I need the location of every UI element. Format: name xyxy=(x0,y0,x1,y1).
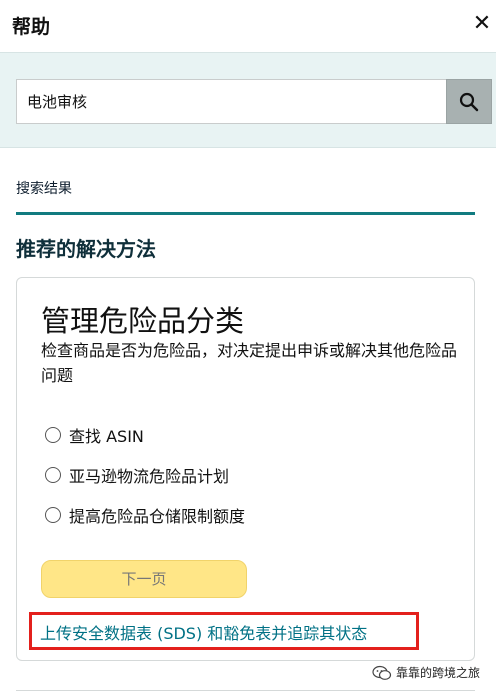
radio-button[interactable] xyxy=(45,467,61,483)
wechat-icon xyxy=(372,665,392,680)
tab-active-underline xyxy=(16,212,475,215)
search-input[interactable] xyxy=(16,79,447,124)
search-button[interactable] xyxy=(446,79,492,124)
help-header: 帮助 ✕ xyxy=(0,0,496,52)
option-increase-storage-limit[interactable]: 提高危险品仓储限制额度 xyxy=(45,504,245,526)
option-label: 查找 ASIN xyxy=(69,427,144,446)
solution-card: 管理危险品分类 检查商品是否为危险品，对决定提出申诉或解决其他危险品问题 查找 … xyxy=(16,277,475,661)
watermark: 靠靠的跨境之旅 xyxy=(372,664,480,681)
search-icon xyxy=(459,92,479,111)
radio-button[interactable] xyxy=(45,427,61,443)
search-area xyxy=(0,52,496,148)
radio-button[interactable] xyxy=(45,507,61,523)
option-label: 亚马逊物流危险品计划 xyxy=(69,467,230,486)
close-button[interactable]: ✕ xyxy=(472,12,492,36)
card-title: 管理危险品分类 xyxy=(41,304,245,338)
tab-search-results[interactable]: 搜索结果 xyxy=(16,178,72,198)
option-find-asin[interactable]: 查找 ASIN xyxy=(45,424,144,446)
option-label: 提高危险品仓储限制额度 xyxy=(69,507,246,526)
card-description: 检查商品是否为危险品，对决定提出申诉或解决其他危险品问题 xyxy=(41,341,458,385)
upload-sds-link[interactable]: 上传安全数据表 (SDS) 和豁免表并追踪其状态 xyxy=(40,620,367,644)
divider xyxy=(16,690,475,691)
option-fba-dangerous-goods[interactable]: 亚马逊物流危险品计划 xyxy=(45,464,229,486)
section-title: 推荐的解决方法 xyxy=(16,237,156,261)
next-page-button[interactable]: 下一页 xyxy=(41,560,247,598)
close-icon: ✕ xyxy=(472,11,492,36)
help-title: 帮助 xyxy=(12,16,51,38)
watermark-text: 靠靠的跨境之旅 xyxy=(396,666,481,680)
